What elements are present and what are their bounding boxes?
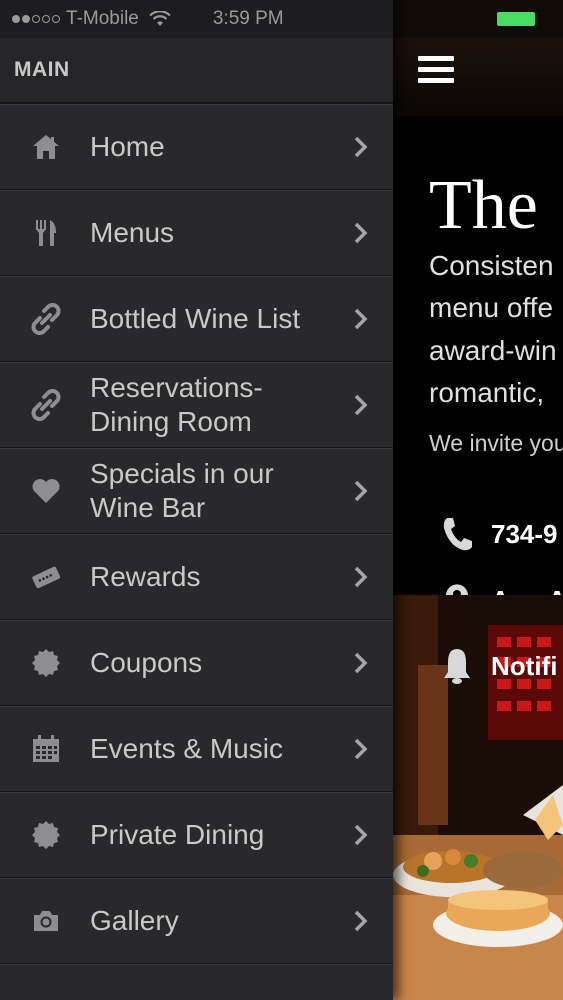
badge-icon: [28, 647, 64, 679]
description-line: romantic,: [429, 377, 545, 408]
chevron-right-icon: [354, 308, 368, 330]
fork-knife-icon: [28, 217, 64, 249]
menu-item-label: Specials in our Wine Bar: [90, 458, 274, 523]
badge-icon: [28, 819, 64, 851]
menu-item-label: Events & Music: [90, 733, 283, 764]
chevron-right-icon: [354, 136, 368, 158]
page-title: The: [429, 167, 538, 244]
camera-icon: [28, 905, 64, 937]
status-bar-right: [393, 0, 563, 38]
menu-item-label: Menus: [90, 217, 175, 248]
home-icon: [28, 131, 64, 163]
menu-item-specials-wine-bar[interactable]: Specials in our Wine Bar: [0, 448, 393, 534]
section-title: MAIN: [0, 38, 393, 104]
wifi-icon: [149, 11, 171, 26]
link-icon: [28, 303, 64, 335]
status-bar: T-Mobile 3:59 PM: [0, 0, 393, 38]
heart-icon: [28, 475, 64, 507]
main-content: The Consisten menu offe award-win romant…: [393, 0, 563, 1000]
menu-item-gallery[interactable]: Gallery: [0, 878, 393, 964]
menu-item-reservations-dining-room[interactable]: Reservations- Dining Room: [0, 362, 393, 448]
menu-item-label: Coupons: [90, 647, 203, 678]
phone-row[interactable]: 734-9: [439, 514, 558, 554]
chevron-right-icon: [354, 566, 368, 588]
chevron-right-icon: [354, 824, 368, 846]
chevron-right-icon: [354, 738, 368, 760]
menu-item-label: Private Dining: [90, 819, 265, 850]
description-line: award-win: [429, 335, 557, 366]
menu-item-label: Reservations- Dining Room: [90, 372, 263, 437]
menu-item-label: Rewards: [90, 561, 201, 592]
menu-item-private-dining[interactable]: Private Dining: [0, 792, 393, 878]
signal-strength-icon: [12, 15, 60, 23]
battery-icon: [497, 12, 535, 26]
chevron-right-icon: [354, 480, 368, 502]
notifications-text: Notifi: [491, 650, 558, 681]
link-icon: [28, 389, 64, 421]
menu-item-label: Home: [90, 131, 165, 162]
invite-text: We invite you: [429, 430, 563, 456]
chevron-right-icon: [354, 394, 368, 416]
phone-number: 734-9: [491, 518, 558, 549]
status-time: 3:59 PM: [212, 8, 284, 29]
menu-item-bottled-wine-list[interactable]: Bottled Wine List: [0, 276, 393, 362]
menu-item-menus[interactable]: Menus: [0, 190, 393, 276]
chevron-right-icon: [354, 910, 368, 932]
description-line: Consisten: [429, 250, 554, 281]
menu-item-label: Gallery: [90, 905, 179, 936]
notifications-row[interactable]: Notifi: [439, 646, 557, 686]
menu-item-rewards[interactable]: Rewards: [0, 534, 393, 620]
menu-item-coupons[interactable]: Coupons: [0, 620, 393, 706]
app-header: [393, 38, 563, 116]
bell-icon: [444, 649, 470, 684]
chevron-right-icon: [354, 222, 368, 244]
chevron-right-icon: [354, 652, 368, 674]
menu-item-partial[interactable]: [0, 964, 393, 1000]
menu-item-label: Bottled Wine List: [90, 303, 301, 334]
menu-list: Home Menus Bottled Wine List Reservation…: [0, 104, 393, 1000]
menu-item-events-music[interactable]: Events & Music: [0, 706, 393, 792]
carrier-name: T-Mobile: [66, 8, 139, 29]
side-menu: T-Mobile 3:59 PM MAIN Home Menus Bottled…: [0, 0, 393, 1000]
phone-icon: [443, 518, 472, 551]
hamburger-menu-icon[interactable]: [418, 56, 454, 86]
ticket-icon: [28, 561, 64, 593]
description-line: menu offe: [429, 292, 554, 323]
menu-item-home[interactable]: Home: [0, 104, 393, 190]
calendar-icon: [28, 733, 64, 765]
